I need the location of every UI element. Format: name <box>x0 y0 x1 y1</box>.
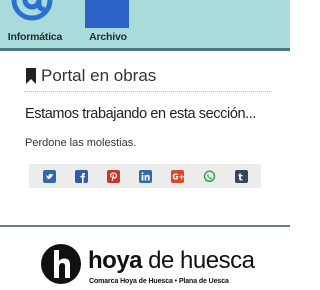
page-title: Portal en obras <box>41 66 157 85</box>
hoya-de-huesca-logo-icon[interactable] <box>39 242 83 286</box>
app-archivo[interactable]: Archivo <box>63 0 153 48</box>
title-divider <box>24 91 272 92</box>
app-launcher-bar: Informática Archivo <box>0 0 290 48</box>
tumblr-icon: t <box>234 169 248 183</box>
folder-icon <box>85 0 129 28</box>
app-archivo-label: Archivo <box>89 31 127 43</box>
share-pinterest-button[interactable] <box>105 168 121 184</box>
bookmark-icon <box>26 68 36 84</box>
twitter-icon <box>42 169 56 183</box>
share-bar: G+ t <box>29 164 261 188</box>
linkedin-icon <box>138 169 152 183</box>
facebook-icon <box>74 169 88 183</box>
google-plus-icon: G+ <box>170 169 184 183</box>
share-twitter-button[interactable] <box>41 168 57 184</box>
card-title: Portal en obras <box>25 66 156 86</box>
logo-wordmark: hoya de huesca <box>88 247 255 275</box>
content-card: Portal en obras Estamos trabajando en es… <box>16 60 274 220</box>
notice-message: Perdone las molestias. <box>25 137 137 149</box>
share-linkedin-button[interactable] <box>137 168 153 184</box>
logo-word-bold: hoya <box>88 247 143 274</box>
svg-text:t: t <box>238 172 243 182</box>
share-tumblr-button[interactable]: t <box>233 168 249 184</box>
logo-subtitle: Comarca Hoya de Huesca • Plana de Uesca <box>89 278 229 285</box>
whatsapp-icon <box>203 170 215 182</box>
share-whatsapp-button[interactable] <box>201 168 217 184</box>
share-google-plus-button[interactable]: G+ <box>169 168 185 184</box>
at-sign-icon <box>11 0 53 21</box>
svg-text:G+: G+ <box>172 172 184 181</box>
logo-word-light: de huesca <box>142 247 255 274</box>
footer: hoya de huesca Comarca Hoya de Huesca • … <box>0 227 290 290</box>
pinterest-icon <box>106 169 120 183</box>
share-facebook-button[interactable] <box>73 168 89 184</box>
notice-heading: Estamos trabajando en esta sección... <box>25 106 257 122</box>
topband-divider <box>0 48 290 51</box>
